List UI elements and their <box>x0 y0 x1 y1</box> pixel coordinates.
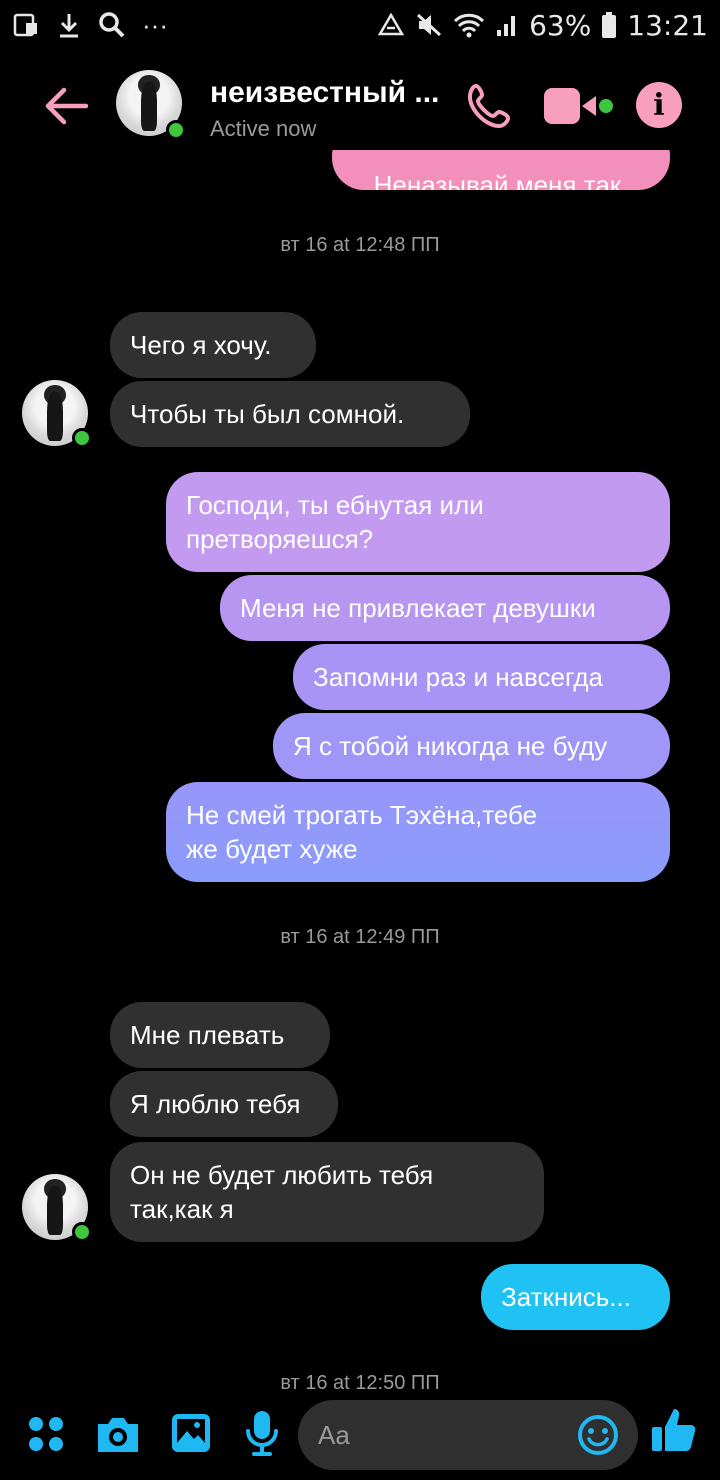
search-icon <box>99 12 125 38</box>
emoji-icon <box>578 1415 618 1455</box>
camera-button[interactable] <box>94 1410 142 1458</box>
back-arrow-icon <box>45 87 88 125</box>
gallery-icon <box>172 1414 210 1452</box>
chat-header: неизвестный ... Active now i <box>0 62 720 148</box>
more-icon: ··· <box>142 10 168 40</box>
sender-avatar[interactable] <box>22 1174 92 1242</box>
info-icon: i <box>653 87 665 123</box>
back-button[interactable] <box>40 80 92 132</box>
outgoing-message[interactable]: Господи, ты ебнутая или претворяешся? <box>166 472 670 572</box>
battery-percent: 63% <box>529 8 592 42</box>
thumbs-up-icon <box>652 1409 696 1451</box>
signal-icon <box>497 16 516 36</box>
incoming-message[interactable]: Он не будет любить тебя так,как я <box>110 1142 544 1242</box>
contact-avatar[interactable] <box>116 70 186 140</box>
online-indicator <box>72 428 92 448</box>
online-indicator <box>166 120 186 140</box>
sender-avatar[interactable] <box>22 380 92 448</box>
outgoing-message[interactable]: Меня не привлекает девушки <box>220 575 670 641</box>
phone-icon <box>468 84 510 128</box>
timestamp: вт 16 at 12:50 ПП <box>280 1372 440 1390</box>
outgoing-message[interactable]: Заткнись... <box>481 1264 670 1330</box>
mute-icon <box>417 13 442 37</box>
microphone-icon <box>246 1411 278 1456</box>
incoming-message[interactable]: Чего я хочу. <box>110 312 316 378</box>
camera-icon <box>98 1418 138 1452</box>
outgoing-message[interactable]: Я с тобой никогда не буду <box>273 713 670 779</box>
message-input[interactable]: Aa <box>298 1400 638 1470</box>
incoming-message[interactable]: Чтобы ты был сомной. <box>110 381 470 447</box>
incoming-message[interactable]: Мне плевать <box>110 1002 330 1068</box>
online-indicator <box>72 1222 92 1242</box>
voice-call-button[interactable] <box>466 82 514 130</box>
message-composer: Aa <box>0 1392 720 1480</box>
clock: 13:21 <box>627 8 708 42</box>
screenshot-icon <box>13 13 37 37</box>
wifi-icon <box>454 13 485 38</box>
emoji-button[interactable] <box>576 1413 620 1457</box>
video-call-button[interactable] <box>544 84 616 128</box>
outgoing-message[interactable]: Не смей трогать Тэхёна,тебе же будет хуж… <box>166 782 670 882</box>
incoming-message[interactable]: Я люблю тебя <box>110 1071 338 1137</box>
input-placeholder: Aa <box>318 1420 350 1450</box>
message-text: Неназывай меня так. <box>373 170 629 190</box>
battery-icon <box>602 12 617 38</box>
contact-name[interactable]: неизвестный ... <box>210 76 439 110</box>
download-icon <box>60 14 78 38</box>
status-bar: ··· 63% 13:21 <box>0 0 720 50</box>
video-camera-icon <box>544 88 613 124</box>
apps-icon <box>29 1417 63 1451</box>
outgoing-message[interactable]: Запомни раз и навсегда <box>293 644 670 710</box>
message-thread[interactable]: Неназывай меня так. вт 16 at 12:48 ПП Че… <box>0 150 720 1390</box>
timestamp: вт 16 at 12:48 ПП <box>280 234 440 256</box>
timestamp: вт 16 at 12:49 ПП <box>280 926 440 948</box>
like-button[interactable] <box>648 1404 700 1456</box>
gallery-button[interactable] <box>168 1410 214 1456</box>
outgoing-message[interactable]: Неназывай меня так. <box>332 150 670 190</box>
apps-button[interactable] <box>24 1412 68 1456</box>
presence-status: Active now <box>210 116 317 141</box>
recycle-icon <box>377 12 405 36</box>
voice-message-button[interactable] <box>240 1408 284 1458</box>
info-button[interactable]: i <box>636 82 682 128</box>
